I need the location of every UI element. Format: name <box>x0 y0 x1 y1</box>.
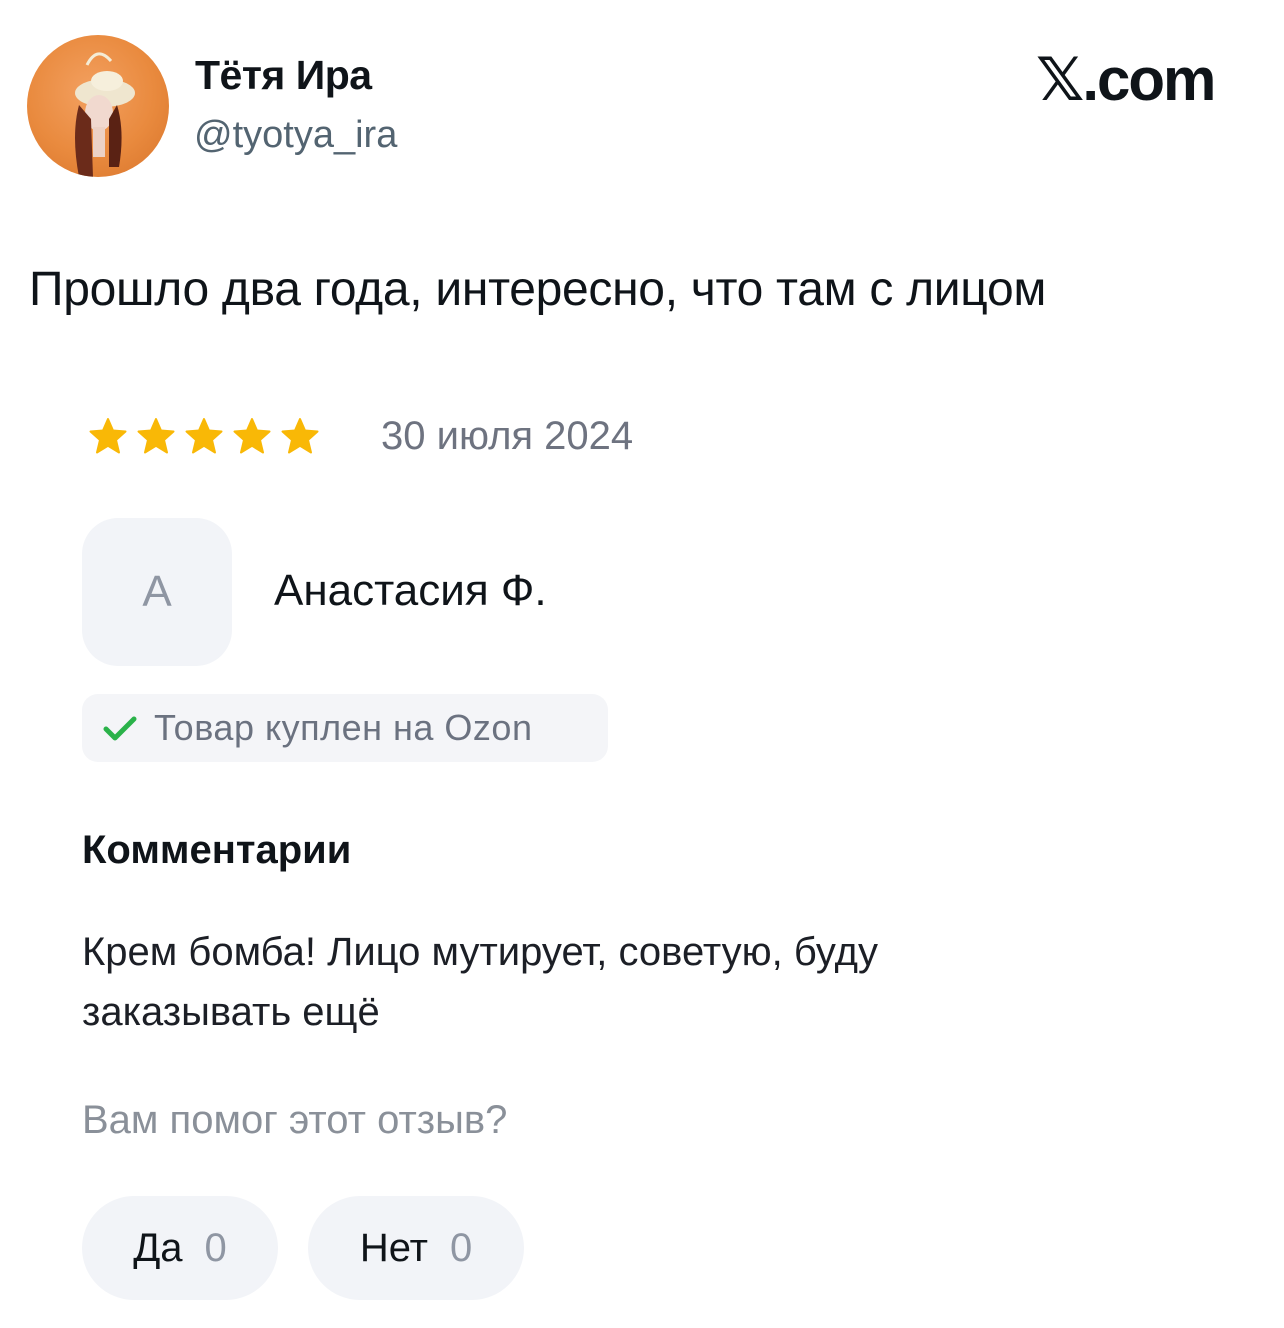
purchase-badge: Товар куплен на Ozon <box>82 694 608 762</box>
star-icon <box>281 418 319 454</box>
vote-no-count: 0 <box>449 1225 473 1270</box>
star-icon <box>185 418 223 454</box>
vote-yes-button[interactable]: Да 0 <box>82 1196 278 1300</box>
check-icon <box>103 716 137 741</box>
author-handle[interactable]: @tyotya_ira <box>194 114 397 157</box>
author-avatar[interactable] <box>27 35 169 177</box>
star-icon <box>233 418 271 454</box>
x-logo[interactable]: 𝕏.com <box>1036 45 1216 115</box>
vote-yes-count: 0 <box>204 1225 227 1270</box>
review-date: 30 июля 2024 <box>381 414 634 458</box>
purchase-badge-label: Товар куплен на Ozon <box>154 707 533 748</box>
vote-no-label: Нет <box>359 1225 428 1270</box>
reviewer-name: Анастасия Ф. <box>274 566 547 615</box>
star-icon <box>137 418 175 454</box>
author-name[interactable]: Тётя Ира <box>195 52 372 99</box>
star-icon <box>89 418 127 454</box>
vote-yes-label: Да <box>133 1225 183 1270</box>
helpful-question: Вам помог этот отзыв? <box>82 1098 508 1142</box>
tweet-text: Прошло два года, интересно, что там с ли… <box>29 263 1047 316</box>
reviewer-avatar: А <box>82 518 232 666</box>
vote-no-button[interactable]: Нет 0 <box>308 1196 524 1300</box>
rating-stars <box>88 416 320 456</box>
reviewer-initial: А <box>142 567 172 616</box>
comments-heading: Комментарии <box>82 828 352 872</box>
comment-text: Крем бомба! Лицо мутирует, советую, буду… <box>82 930 878 1034</box>
